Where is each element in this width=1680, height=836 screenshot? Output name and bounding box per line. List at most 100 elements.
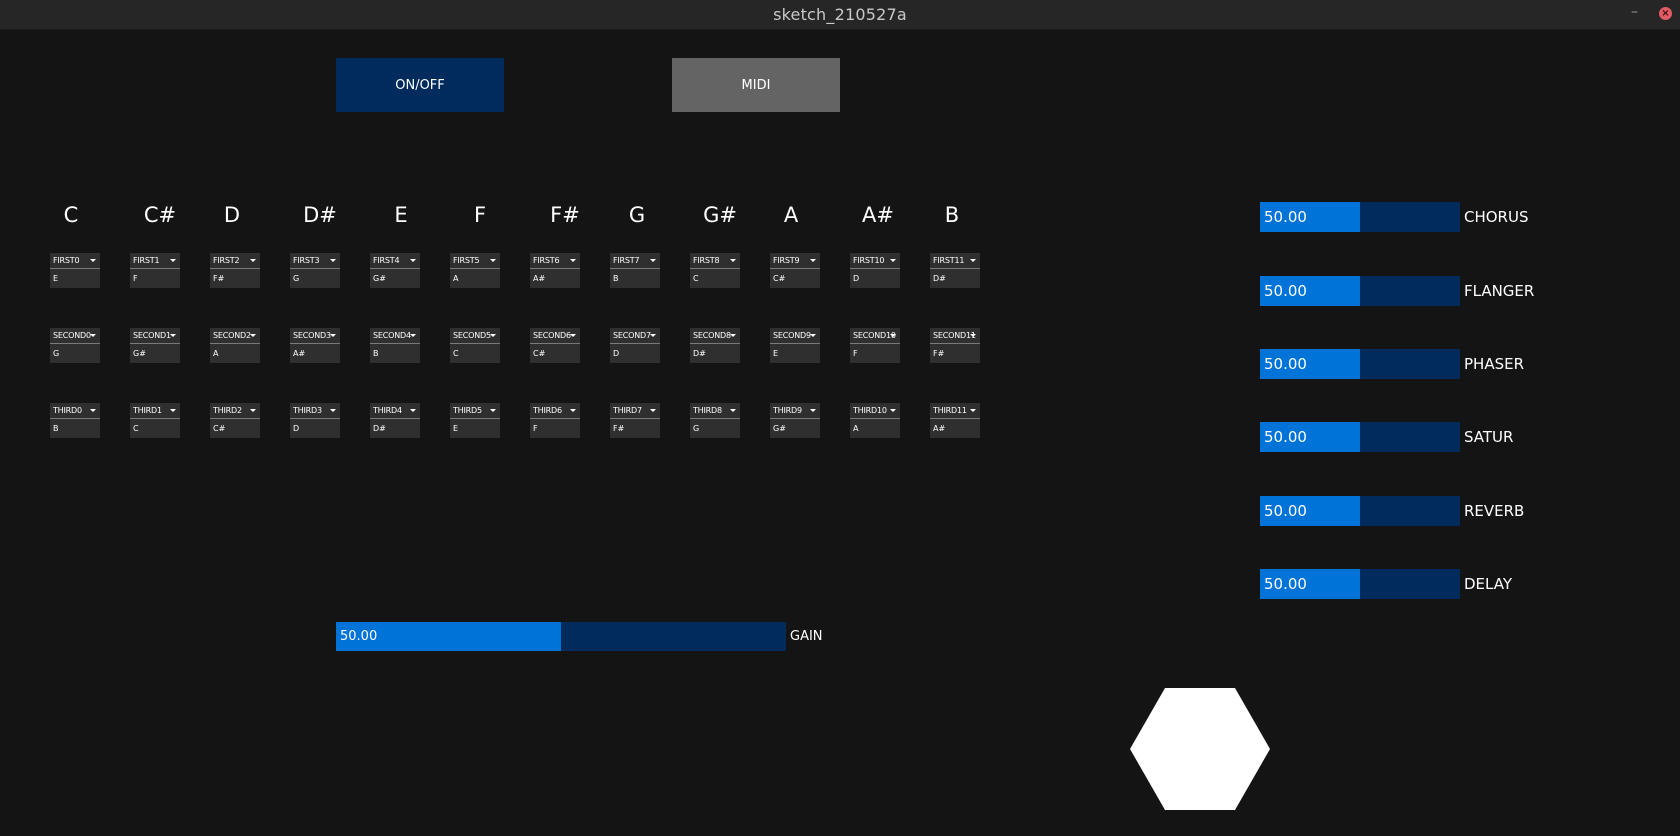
chevron-down-icon[interactable] [90, 334, 96, 337]
minimize-icon[interactable]: – [1631, 4, 1638, 20]
chevron-down-icon[interactable] [730, 334, 736, 337]
chevron-down-icon[interactable] [810, 259, 816, 262]
chevron-down-icon[interactable] [490, 259, 496, 262]
dropdown-label[interactable]: THIRD9 [770, 403, 820, 419]
chevron-down-icon[interactable] [650, 334, 656, 337]
dropdown-label[interactable]: THIRD10 [850, 403, 900, 419]
interval-dropdown[interactable]: FIRST3 G [290, 253, 340, 288]
dropdown-label[interactable]: FIRST7 [610, 253, 660, 269]
dropdown-label[interactable]: FIRST6 [530, 253, 580, 269]
dropdown-label[interactable]: SECOND0 [50, 328, 100, 344]
interval-dropdown[interactable]: SECOND6 C# [530, 328, 580, 363]
interval-dropdown[interactable]: SECOND8 D# [690, 328, 740, 363]
dropdown-label[interactable]: FIRST0 [50, 253, 100, 269]
interval-dropdown[interactable]: FIRST2 F# [210, 253, 260, 288]
dropdown-label[interactable]: SECOND10 [850, 328, 900, 344]
chevron-down-icon[interactable] [410, 409, 416, 412]
effect-slider[interactable]: 50.00 [1260, 569, 1460, 599]
dropdown-label[interactable]: SECOND2 [210, 328, 260, 344]
dropdown-label[interactable]: THIRD4 [370, 403, 420, 419]
chevron-down-icon[interactable] [170, 409, 176, 412]
chevron-down-icon[interactable] [570, 409, 576, 412]
chevron-down-icon[interactable] [490, 409, 496, 412]
dropdown-label[interactable]: THIRD3 [290, 403, 340, 419]
interval-dropdown[interactable]: SECOND10 F [850, 328, 900, 363]
interval-dropdown[interactable]: SECOND5 C [450, 328, 500, 363]
dropdown-label[interactable]: SECOND8 [690, 328, 740, 344]
chevron-down-icon[interactable] [170, 259, 176, 262]
chevron-down-icon[interactable] [730, 259, 736, 262]
chevron-down-icon[interactable] [90, 259, 96, 262]
interval-dropdown[interactable]: FIRST9 C# [770, 253, 820, 288]
interval-dropdown[interactable]: FIRST4 G# [370, 253, 420, 288]
chevron-down-icon[interactable] [570, 334, 576, 337]
interval-dropdown[interactable]: SECOND3 A# [290, 328, 340, 363]
dropdown-label[interactable]: THIRD2 [210, 403, 260, 419]
chevron-down-icon[interactable] [970, 334, 976, 337]
interval-dropdown[interactable]: THIRD1 C [130, 403, 180, 438]
chevron-down-icon[interactable] [970, 409, 976, 412]
interval-dropdown[interactable]: SECOND2 A [210, 328, 260, 363]
close-icon[interactable]: × [1659, 7, 1672, 20]
interval-dropdown[interactable]: FIRST8 C [690, 253, 740, 288]
dropdown-label[interactable]: THIRD5 [450, 403, 500, 419]
interval-dropdown[interactable]: THIRD10 A [850, 403, 900, 438]
chevron-down-icon[interactable] [90, 409, 96, 412]
dropdown-label[interactable]: THIRD0 [50, 403, 100, 419]
interval-dropdown[interactable]: FIRST5 A [450, 253, 500, 288]
midi-button[interactable]: MIDI [672, 58, 840, 112]
interval-dropdown[interactable]: THIRD0 B [50, 403, 100, 438]
dropdown-label[interactable]: FIRST5 [450, 253, 500, 269]
effect-slider[interactable]: 50.00 [1260, 496, 1460, 526]
dropdown-label[interactable]: FIRST11 [930, 253, 980, 269]
chevron-down-icon[interactable] [650, 259, 656, 262]
interval-dropdown[interactable]: SECOND4 B [370, 328, 420, 363]
chevron-down-icon[interactable] [970, 259, 976, 262]
dropdown-label[interactable]: THIRD8 [690, 403, 740, 419]
interval-dropdown[interactable]: THIRD5 E [450, 403, 500, 438]
dropdown-label[interactable]: FIRST4 [370, 253, 420, 269]
effect-slider[interactable]: 50.00 [1260, 276, 1460, 306]
dropdown-label[interactable]: SECOND5 [450, 328, 500, 344]
dropdown-label[interactable]: FIRST3 [290, 253, 340, 269]
chevron-down-icon[interactable] [330, 334, 336, 337]
dropdown-label[interactable]: SECOND9 [770, 328, 820, 344]
dropdown-label[interactable]: THIRD6 [530, 403, 580, 419]
interval-dropdown[interactable]: FIRST0 E [50, 253, 100, 288]
chevron-down-icon[interactable] [250, 259, 256, 262]
dropdown-label[interactable]: SECOND4 [370, 328, 420, 344]
interval-dropdown[interactable]: SECOND0 G [50, 328, 100, 363]
chevron-down-icon[interactable] [410, 334, 416, 337]
chevron-down-icon[interactable] [410, 259, 416, 262]
interval-dropdown[interactable]: SECOND7 D [610, 328, 660, 363]
chevron-down-icon[interactable] [570, 259, 576, 262]
gain-slider[interactable]: 50.00 [336, 622, 786, 651]
dropdown-label[interactable]: THIRD1 [130, 403, 180, 419]
dropdown-label[interactable]: THIRD7 [610, 403, 660, 419]
dropdown-label[interactable]: FIRST1 [130, 253, 180, 269]
dropdown-label[interactable]: THIRD11 [930, 403, 980, 419]
interval-dropdown[interactable]: THIRD3 D [290, 403, 340, 438]
interval-dropdown[interactable]: THIRD7 F# [610, 403, 660, 438]
interval-dropdown[interactable]: FIRST11 D# [930, 253, 980, 288]
interval-dropdown[interactable]: THIRD11 A# [930, 403, 980, 438]
interval-dropdown[interactable]: SECOND9 E [770, 328, 820, 363]
chevron-down-icon[interactable] [650, 409, 656, 412]
dropdown-label[interactable]: FIRST9 [770, 253, 820, 269]
chevron-down-icon[interactable] [250, 409, 256, 412]
chevron-down-icon[interactable] [330, 409, 336, 412]
effect-slider[interactable]: 50.00 [1260, 349, 1460, 379]
interval-dropdown[interactable]: FIRST10 D [850, 253, 900, 288]
interval-dropdown[interactable]: THIRD4 D# [370, 403, 420, 438]
interval-dropdown[interactable]: THIRD2 C# [210, 403, 260, 438]
dropdown-label[interactable]: SECOND1 [130, 328, 180, 344]
on-off-button[interactable]: ON/OFF [336, 58, 504, 112]
chevron-down-icon[interactable] [730, 409, 736, 412]
dropdown-label[interactable]: FIRST2 [210, 253, 260, 269]
interval-dropdown[interactable]: FIRST6 A# [530, 253, 580, 288]
chevron-down-icon[interactable] [890, 259, 896, 262]
chevron-down-icon[interactable] [810, 409, 816, 412]
dropdown-label[interactable]: SECOND3 [290, 328, 340, 344]
chevron-down-icon[interactable] [490, 334, 496, 337]
interval-dropdown[interactable]: THIRD6 F [530, 403, 580, 438]
